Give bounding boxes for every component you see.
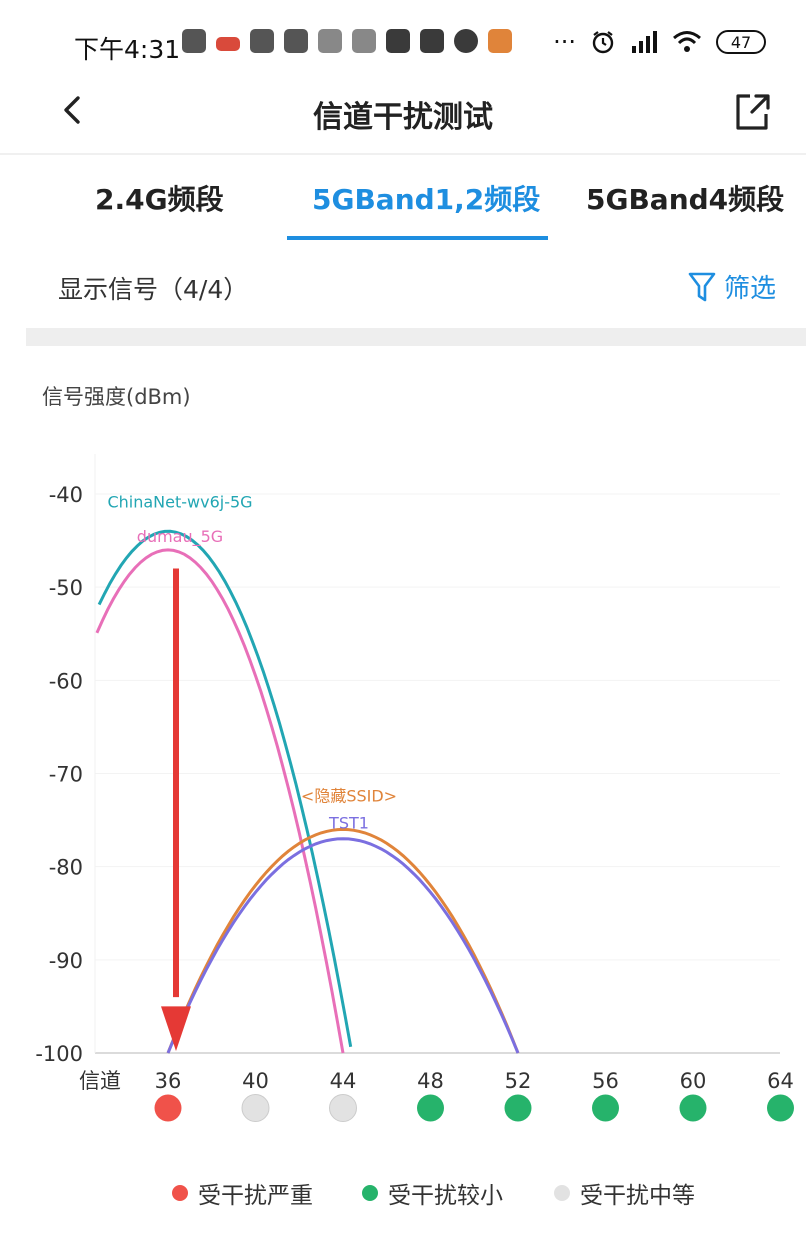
filter-button[interactable]: 筛选 <box>688 268 776 305</box>
app-icon <box>352 29 376 53</box>
status-time: 下午4:31 <box>74 35 181 64</box>
legend: 受干扰严重 受干扰较小 受干扰中等 <box>0 1176 806 1210</box>
tab-2-4g[interactable]: 2.4G频段 <box>95 178 224 218</box>
x-tick-label: 44 <box>330 1069 357 1093</box>
channel-status-dot <box>592 1094 619 1122</box>
x-tick-label: 56 <box>592 1069 619 1093</box>
status-bar: 下午4:31 ··· 47 <box>0 0 806 88</box>
x-tick-label: 40 <box>242 1069 269 1093</box>
app-icon <box>386 29 410 53</box>
app-icon <box>250 29 274 53</box>
channel-status-dot <box>329 1094 357 1122</box>
y-tick-label: -100 <box>35 1042 83 1066</box>
nav-bar: 信道干扰测试 <box>0 88 806 154</box>
channel-status-dot <box>504 1094 532 1122</box>
x-tick-label: 52 <box>505 1069 532 1093</box>
filter-row: 显示信号（4/4） 筛选 <box>0 244 806 328</box>
interference-chart: 信号强度(dBm) -40 -50 -60 -70 -80 -90 -100 信道 36 40 44 4… <box>0 346 806 1250</box>
signal-count: 显示信号（4/4） <box>58 275 249 304</box>
page-title: 信道干扰测试 <box>313 100 493 135</box>
channel-status-dot <box>767 1094 794 1122</box>
x-axis-label: 信道 <box>79 1069 121 1093</box>
channel-status-dot <box>154 1094 182 1122</box>
system-status: ··· 47 <box>553 28 766 56</box>
app-icon <box>182 29 206 53</box>
battery-icon: 47 <box>716 30 766 54</box>
signal-curve <box>166 837 520 1054</box>
series-label: ChinaNet-wv6j-5G <box>107 492 252 511</box>
series-label: <隐藏SSID> <box>301 786 397 805</box>
more-notifications: ··· <box>553 28 576 56</box>
app-icon <box>216 36 240 51</box>
share-icon[interactable] <box>730 90 774 134</box>
channel-status-dot <box>417 1094 444 1122</box>
legend-dot <box>172 1185 188 1201</box>
active-tab-indicator <box>287 236 548 240</box>
app-icon <box>488 29 512 53</box>
legend-item-medium: 受干扰中等 <box>554 1176 695 1210</box>
x-tick-label: 36 <box>155 1069 182 1093</box>
legend-item-low: 受干扰较小 <box>362 1176 503 1210</box>
notification-icons <box>182 29 512 53</box>
legend-dot <box>362 1185 378 1201</box>
series-label: dumau_5G <box>137 527 223 547</box>
y-tick-label: -40 <box>49 483 83 507</box>
y-tick-label: -50 <box>49 576 83 600</box>
section-divider <box>26 328 806 346</box>
annotation-arrowhead <box>161 1006 191 1051</box>
y-tick-label: -70 <box>49 763 83 787</box>
tab-5g-band12[interactable]: 5GBand1,2频段 <box>312 178 540 218</box>
legend-dot <box>554 1185 570 1201</box>
x-tick-label: 48 <box>417 1069 444 1093</box>
divider <box>0 153 806 155</box>
band-tabs: 2.4G频段 5GBand1,2频段 5GBand4频段 <box>0 160 806 242</box>
legend-label: 受干扰较小 <box>388 1183 503 1209</box>
channel-status-dot <box>679 1094 707 1122</box>
app-icon <box>284 29 308 53</box>
legend-label: 受干扰中等 <box>580 1183 695 1209</box>
filter-label: 筛选 <box>723 274 776 304</box>
signal-chart: 信号强度(dBm) -40 -50 -60 -70 -80 -90 -100 信道 36 40 44 4… <box>35 385 794 1122</box>
y-tick-label: -90 <box>49 949 83 973</box>
app-icon <box>318 29 342 53</box>
series-label: TST1 <box>328 814 369 833</box>
funnel-icon <box>688 272 716 301</box>
x-tick-label: 60 <box>680 1069 707 1093</box>
alarm-icon <box>592 31 614 54</box>
tab-5g-band4[interactable]: 5GBand4频段 <box>586 178 784 218</box>
channel-status-dot <box>241 1094 270 1122</box>
y-tick-label: -80 <box>49 856 83 880</box>
y-tick-label: -60 <box>49 669 83 693</box>
y-axis-label: 信号强度(dBm) <box>42 385 191 409</box>
legend-item-severe: 受干扰严重 <box>172 1176 313 1210</box>
app-icon <box>420 29 444 53</box>
x-tick-label: 64 <box>767 1069 794 1093</box>
check-icon <box>454 29 478 53</box>
wifi-icon <box>673 31 701 52</box>
legend-label: 受干扰严重 <box>198 1183 313 1209</box>
signal-icon <box>632 31 657 53</box>
